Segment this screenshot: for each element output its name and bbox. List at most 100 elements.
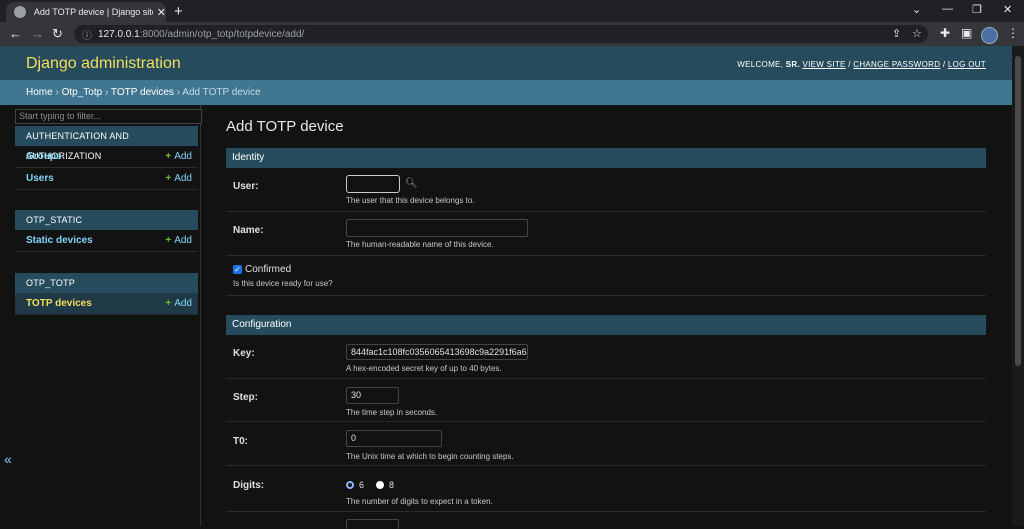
key-help: A hex-encoded secret key of up to 40 byt… bbox=[346, 364, 502, 373]
search-icon[interactable]: 🔍︎ bbox=[405, 178, 418, 189]
back-icon[interactable]: ← bbox=[9, 26, 22, 41]
form-row-key: Key: 844fac1c108fc0356065413698c9a2291f6… bbox=[226, 335, 986, 379]
sidebar-item-label[interactable]: Static devices bbox=[26, 235, 93, 246]
extensions-icon[interactable]: ✚ bbox=[940, 26, 950, 40]
form-row-digits: Digits: 6 8 The number of digits to expe… bbox=[226, 466, 986, 512]
breadcrumb: Home › Otp_Totp › TOTP devices › Add TOT… bbox=[0, 80, 1024, 105]
breadcrumb-sep: › bbox=[176, 87, 181, 98]
confirmed-checkbox[interactable]: ✓ bbox=[233, 265, 242, 274]
breadcrumb-app[interactable]: Otp_Totp bbox=[62, 87, 103, 98]
close-window-icon[interactable]: ✕ bbox=[1003, 3, 1012, 16]
change-password-link[interactable]: CHANGE PASSWORD bbox=[853, 60, 940, 69]
page-title: Add TOTP device bbox=[226, 118, 344, 135]
plus-icon: + bbox=[165, 173, 172, 184]
maximize-icon[interactable]: ❐ bbox=[972, 3, 982, 16]
plus-icon: + bbox=[165, 298, 172, 309]
plus-icon: + bbox=[165, 235, 172, 246]
plus-icon: + bbox=[165, 151, 172, 162]
digits-option-6-label[interactable]: 6 bbox=[359, 480, 364, 490]
tab-search-icon[interactable]: ⌄ bbox=[912, 3, 921, 16]
scrollbar-thumb[interactable] bbox=[1015, 56, 1021, 366]
sidebar-item-label[interactable]: Groups bbox=[26, 151, 62, 162]
add-static-devices-link[interactable]: + Add bbox=[165, 235, 192, 246]
user-tools: WELCOME, SR. VIEW SITE / CHANGE PASSWORD… bbox=[737, 60, 986, 69]
view-site-link[interactable]: VIEW SITE bbox=[803, 60, 846, 69]
digits-option-8-label[interactable]: 8 bbox=[389, 480, 394, 490]
breadcrumb-model[interactable]: TOTP devices bbox=[111, 87, 174, 98]
form-row-confirmed: ✓ Confirmed Is this device ready for use… bbox=[226, 256, 986, 296]
sidebar-item-users[interactable]: Users + Add bbox=[15, 168, 198, 190]
profile-avatar[interactable] bbox=[981, 27, 998, 44]
new-tab-icon[interactable]: + bbox=[174, 3, 183, 20]
name-label: Name: bbox=[233, 225, 264, 236]
form-row-step: Step: 30 The time step in seconds. bbox=[226, 379, 986, 422]
share-icon[interactable]: ⇪ bbox=[892, 27, 901, 40]
user-help: The user that this device belongs to. bbox=[346, 196, 475, 205]
module-header-auth[interactable]: AUTHENTICATION AND AUTHORIZATION bbox=[15, 126, 198, 161]
fieldset-configuration-header: Configuration bbox=[226, 315, 986, 335]
digits-label: Digits: bbox=[233, 480, 265, 491]
breadcrumb-home[interactable]: Home bbox=[26, 87, 53, 98]
globe-icon bbox=[14, 6, 26, 18]
add-users-link[interactable]: + Add bbox=[165, 173, 192, 184]
log-out-link[interactable]: LOG OUT bbox=[948, 60, 986, 69]
admin-header: Django administration WELCOME, SR. VIEW … bbox=[0, 46, 1024, 80]
address-bar[interactable]: ⓘ 127.0.0.1:8000/admin/otp_totp/totpdevi… bbox=[74, 25, 928, 43]
bookmark-star-icon[interactable]: ☆ bbox=[912, 27, 922, 40]
key-label: Key: bbox=[233, 348, 255, 359]
user-input[interactable] bbox=[346, 175, 400, 193]
browser-toolbar: ← → ↻ ⓘ 127.0.0.1:8000/admin/otp_totp/to… bbox=[0, 22, 1024, 46]
name-help: The human-readable name of this device. bbox=[346, 240, 494, 249]
info-icon[interactable]: ⓘ bbox=[82, 27, 92, 42]
sidebar-item-static-devices[interactable]: Static devices + Add bbox=[15, 230, 198, 252]
name-input[interactable] bbox=[346, 219, 528, 237]
breadcrumb-current: Add TOTP device bbox=[182, 87, 261, 98]
breadcrumb-sep: › bbox=[55, 87, 59, 98]
welcome-text: WELCOME, bbox=[737, 60, 784, 69]
digits-radio-6[interactable] bbox=[346, 481, 354, 489]
separator: / bbox=[848, 60, 851, 69]
next-field-input[interactable] bbox=[346, 519, 399, 529]
sidebar-item-label[interactable]: Users bbox=[26, 173, 54, 184]
minimize-icon[interactable]: — bbox=[942, 3, 953, 15]
sidebar-item-label[interactable]: TOTP devices bbox=[26, 298, 92, 309]
form-row-t0: T0: 0 The Unix time at which to begin co… bbox=[226, 422, 986, 466]
browser-tabstrip: Add TOTP device | Django site admin ✕ + … bbox=[0, 0, 1024, 22]
add-totp-devices-link[interactable]: + Add bbox=[165, 298, 192, 309]
module-header-otp-static[interactable]: OTP_STATIC bbox=[15, 210, 198, 230]
add-groups-link[interactable]: + Add bbox=[165, 151, 192, 162]
breadcrumb-sep: › bbox=[104, 87, 109, 98]
fieldset-identity-header: Identity bbox=[226, 148, 986, 168]
separator: / bbox=[942, 60, 946, 69]
confirmed-label[interactable]: Confirmed bbox=[245, 264, 291, 275]
sidepanel-icon[interactable]: ▣ bbox=[961, 26, 972, 40]
forward-icon[interactable]: → bbox=[31, 26, 44, 41]
page-scrollbar[interactable] bbox=[1012, 46, 1024, 526]
user-label: User: bbox=[233, 181, 259, 192]
site-brand[interactable]: Django administration bbox=[26, 55, 181, 73]
step-label: Step: bbox=[233, 392, 258, 403]
browser-tab[interactable]: Add TOTP device | Django site admin ✕ bbox=[6, 2, 166, 22]
form-row-name: Name: The human-readable name of this de… bbox=[226, 212, 986, 256]
menu-icon[interactable]: ⋮ bbox=[1007, 26, 1019, 40]
step-input[interactable]: 30 bbox=[346, 387, 399, 404]
confirmed-help: Is this device ready for use? bbox=[233, 279, 333, 288]
close-tab-icon[interactable]: ✕ bbox=[157, 6, 166, 19]
sidebar-filter-input[interactable]: Start typing to filter... bbox=[15, 109, 202, 124]
step-help: The time step in seconds. bbox=[346, 408, 438, 417]
t0-label: T0: bbox=[233, 436, 248, 447]
digits-help: The number of digits to expect in a toke… bbox=[346, 497, 493, 506]
key-input[interactable]: 844fac1c108fc0356065413698c9a2291f6a64 bbox=[346, 344, 528, 360]
digits-radio-8[interactable] bbox=[376, 481, 384, 489]
sidebar-item-groups[interactable]: Groups + Add bbox=[15, 146, 198, 168]
form-row-user: User: 🔍︎ The user that this device belon… bbox=[226, 168, 986, 212]
sidebar-item-totp-devices[interactable]: TOTP devices + Add bbox=[15, 293, 198, 315]
module-header-otp-totp[interactable]: OTP_TOTP bbox=[15, 273, 198, 293]
collapse-sidebar-icon[interactable]: « bbox=[4, 451, 12, 467]
reload-icon[interactable]: ↻ bbox=[52, 26, 63, 42]
username: SR. bbox=[785, 60, 800, 69]
t0-help: The Unix time at which to begin counting… bbox=[346, 452, 514, 461]
url-text: 127.0.0.1:8000/admin/otp_totp/totpdevice… bbox=[98, 28, 305, 40]
t0-input[interactable]: 0 bbox=[346, 430, 442, 447]
nav-sidebar: Start typing to filter... AUTHENTICATION… bbox=[0, 105, 202, 526]
